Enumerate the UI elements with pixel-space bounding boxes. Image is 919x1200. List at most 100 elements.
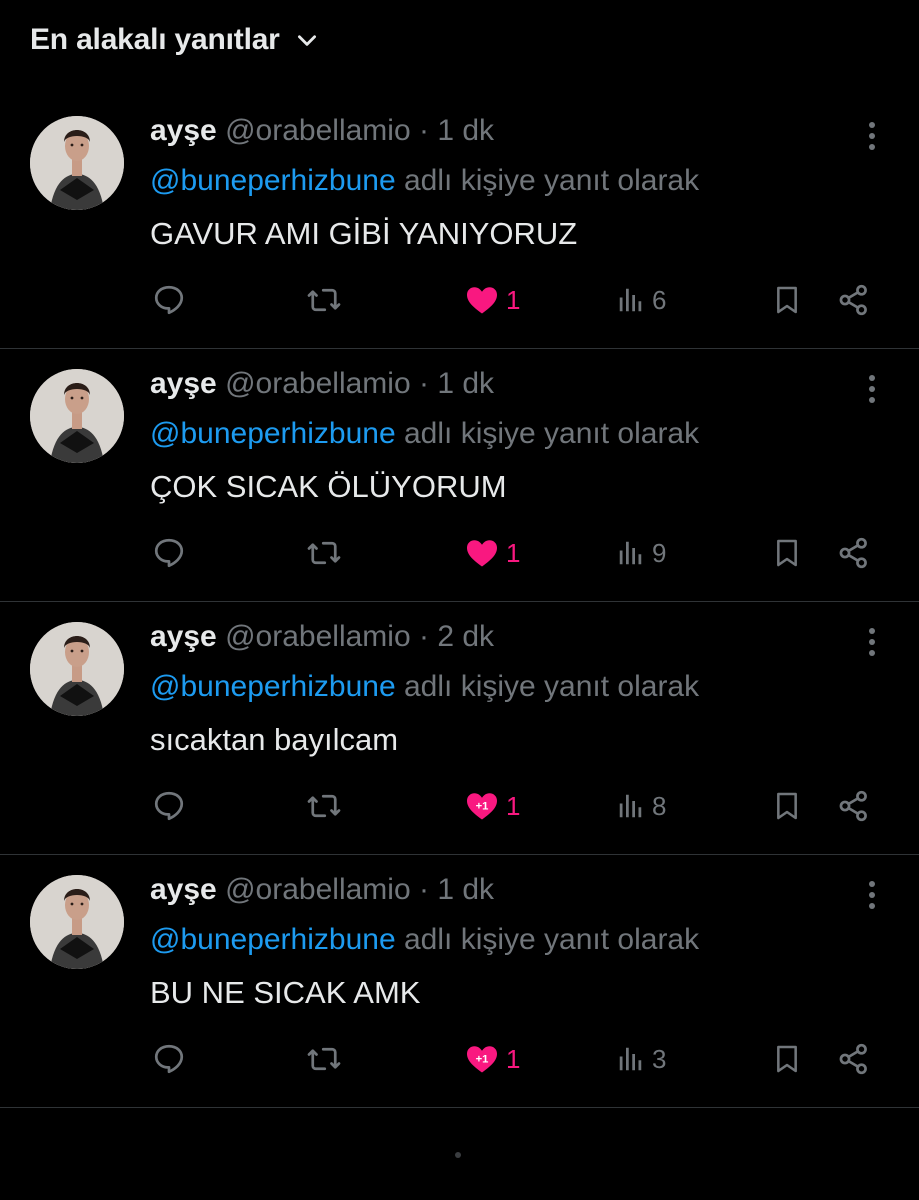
repost-button[interactable] xyxy=(305,525,343,581)
mention-link[interactable]: @buneperhizbune xyxy=(150,417,396,450)
more-options-button[interactable] xyxy=(858,622,886,662)
username[interactable]: ayşe xyxy=(150,114,217,147)
bookmark-button[interactable] xyxy=(771,525,803,581)
separator-dot: · xyxy=(418,620,429,653)
replying-to: @buneperhizbune adlı kişiye yanıt olarak xyxy=(150,417,699,451)
like-button[interactable]: 1 xyxy=(464,525,520,581)
replying-to-label: adlı kişiye yanıt olarak xyxy=(403,164,700,197)
timestamp[interactable]: 1 dk xyxy=(437,367,494,400)
user-handle[interactable]: @orabellamio xyxy=(225,114,411,147)
bookmark-icon xyxy=(777,539,797,567)
reply-text: BU NE SICAK AMK xyxy=(150,975,421,1010)
share-button[interactable] xyxy=(836,525,872,581)
bookmark-button[interactable] xyxy=(771,1031,803,1087)
chevron-down-icon xyxy=(297,35,316,46)
reply-header: ayşe @orabellamio · 1 dk xyxy=(150,114,494,148)
like-button[interactable]: +1 1 xyxy=(464,1031,520,1087)
username[interactable]: ayşe xyxy=(150,873,217,906)
repost-button[interactable] xyxy=(305,778,343,834)
reply-button[interactable] xyxy=(151,525,187,581)
share-icon xyxy=(839,284,867,316)
user-handle[interactable]: @orabellamio xyxy=(225,620,411,653)
reply-item[interactable]: ayşe @orabellamio · 1 dk @buneperhizbune… xyxy=(0,855,919,1108)
views-count: 3 xyxy=(652,1043,667,1074)
like-count: 1 xyxy=(506,284,521,315)
timestamp[interactable]: 1 dk xyxy=(437,873,494,906)
reply-text: ÇOK SICAK ÖLÜYORUM xyxy=(150,469,507,504)
replying-to-label: adlı kişiye yanıt olarak xyxy=(403,670,700,703)
share-icon xyxy=(839,537,867,569)
more-vertical-icon xyxy=(869,375,875,381)
bookmark-button[interactable] xyxy=(771,778,803,834)
repost-icon xyxy=(307,288,341,312)
bookmark-icon xyxy=(777,792,797,820)
repost-button[interactable] xyxy=(305,1031,343,1087)
like-button[interactable]: +1 1 xyxy=(464,778,520,834)
views-chart-icon xyxy=(619,288,642,312)
replying-to-label: adlı kişiye yanıt olarak xyxy=(403,417,700,450)
views-count: 8 xyxy=(652,790,667,821)
views-chart-icon xyxy=(619,1047,642,1071)
reply-item[interactable]: ayşe @orabellamio · 2 dk @buneperhizbune… xyxy=(0,602,919,855)
reply-text: sıcaktan bayılcam xyxy=(150,722,399,757)
heart-icon xyxy=(467,540,497,567)
repost-icon xyxy=(307,794,341,818)
avatar[interactable] xyxy=(30,875,124,969)
reply-header: ayşe @orabellamio · 2 dk xyxy=(150,620,494,654)
avatar[interactable] xyxy=(30,622,124,716)
repost-icon xyxy=(307,1047,341,1071)
action-bar: 1 6 xyxy=(0,272,919,328)
views-chart-icon xyxy=(619,541,642,565)
like-count: 1 xyxy=(506,790,521,821)
views-button[interactable]: 8 xyxy=(616,778,666,834)
separator-dot: · xyxy=(418,114,429,147)
reply-bubble-icon xyxy=(154,538,184,568)
user-handle[interactable]: @orabellamio xyxy=(225,873,411,906)
separator-dot: · xyxy=(418,873,429,906)
loading-indicator xyxy=(455,1152,461,1158)
more-vertical-icon xyxy=(869,628,875,634)
reply-item[interactable]: ayşe @orabellamio · 1 dk @buneperhizbune… xyxy=(0,349,919,602)
reply-header: ayşe @orabellamio · 1 dk xyxy=(150,873,494,907)
mention-link[interactable]: @buneperhizbune xyxy=(150,164,396,197)
timestamp[interactable]: 1 dk xyxy=(437,114,494,147)
more-vertical-icon xyxy=(869,881,875,887)
username[interactable]: ayşe xyxy=(150,620,217,653)
views-button[interactable]: 9 xyxy=(616,525,666,581)
share-button[interactable] xyxy=(836,272,872,328)
repost-button[interactable] xyxy=(305,272,343,328)
action-bar: +1 1 8 xyxy=(0,778,919,834)
avatar[interactable] xyxy=(30,116,124,210)
mention-link[interactable]: @buneperhizbune xyxy=(150,670,396,703)
mention-link[interactable]: @buneperhizbune xyxy=(150,923,396,956)
more-options-button[interactable] xyxy=(858,116,886,156)
timestamp[interactable]: 2 dk xyxy=(437,620,494,653)
reply-header: ayşe @orabellamio · 1 dk xyxy=(150,367,494,401)
reply-item[interactable]: ayşe @orabellamio · 1 dk @buneperhizbune… xyxy=(0,96,919,349)
reply-button[interactable] xyxy=(151,272,187,328)
repost-icon xyxy=(307,541,341,565)
action-bar: +1 1 3 xyxy=(0,1031,919,1087)
reply-text: GAVUR AMI GİBİ YANIYORUZ xyxy=(150,216,578,251)
share-button[interactable] xyxy=(836,778,872,834)
sort-dropdown[interactable]: En alakalı yanıtlar xyxy=(30,18,320,62)
views-count: 9 xyxy=(652,537,667,568)
views-button[interactable]: 3 xyxy=(616,1031,666,1087)
more-options-button[interactable] xyxy=(858,369,886,409)
avatar[interactable] xyxy=(30,369,124,463)
more-options-button[interactable] xyxy=(858,875,886,915)
reply-button[interactable] xyxy=(151,778,187,834)
replying-to: @buneperhizbune adlı kişiye yanıt olarak xyxy=(150,923,699,957)
user-handle[interactable]: @orabellamio xyxy=(225,367,411,400)
views-button[interactable]: 6 xyxy=(616,272,666,328)
bookmark-button[interactable] xyxy=(771,272,803,328)
username[interactable]: ayşe xyxy=(150,367,217,400)
reply-button[interactable] xyxy=(151,1031,187,1087)
reply-bubble-icon xyxy=(154,791,184,821)
replying-to: @buneperhizbune adlı kişiye yanıt olarak xyxy=(150,164,699,198)
share-icon xyxy=(839,1043,867,1075)
like-badge: +1 xyxy=(476,1053,489,1065)
share-button[interactable] xyxy=(836,1031,872,1087)
like-button[interactable]: 1 xyxy=(464,272,520,328)
reply-bubble-icon xyxy=(154,1044,184,1074)
